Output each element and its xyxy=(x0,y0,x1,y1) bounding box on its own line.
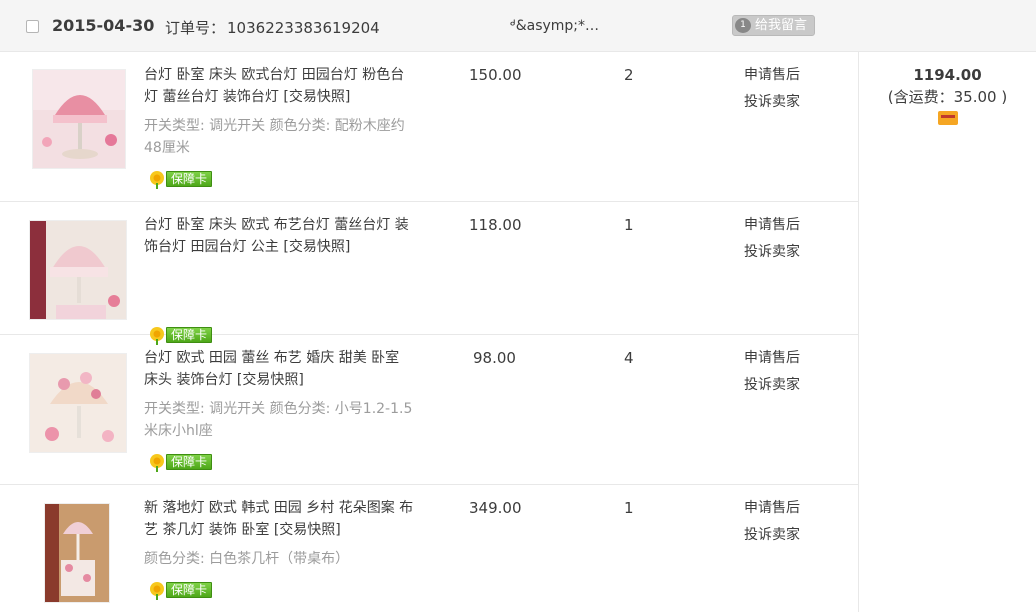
item-actions: 申请售后 投诉卖家 xyxy=(744,212,800,266)
trade-snapshot-link[interactable]: [交易快照] xyxy=(283,239,350,255)
item-quantity: 1 xyxy=(624,499,634,517)
item-actions: 申请售后 投诉卖家 xyxy=(744,495,800,549)
product-thumbnail[interactable] xyxy=(32,69,126,169)
product-title: 新 落地灯 欧式 韩式 田园 乡村 花朵图案 布艺 茶几灯 装饰 卧室 [交易快… xyxy=(144,497,414,541)
guarantee-card-badge[interactable]: 保障卡 xyxy=(148,452,213,472)
item-price: 98.00 xyxy=(473,349,516,367)
item-quantity: 1 xyxy=(624,216,634,234)
complain-seller-link[interactable]: 投诉卖家 xyxy=(744,372,800,399)
order-number-label: 订单号： xyxy=(165,19,226,37)
order-item-row: 新 落地灯 欧式 韩式 田园 乡村 花朵图案 布艺 茶几灯 装饰 卧室 [交易快… xyxy=(0,485,859,612)
item-actions: 申请售后 投诉卖家 xyxy=(744,62,800,116)
leave-message-label: 给我留言 xyxy=(755,18,808,33)
product-title: 台灯 卧室 床头 欧式台灯 田园台灯 粉色台灯 蕾丝台灯 装饰台灯 [交易快照] xyxy=(144,64,414,108)
order-date: 2015-04-30 xyxy=(52,16,155,35)
trade-snapshot-link[interactable]: [交易快照] xyxy=(237,372,304,388)
shipping-fee: (含运费：35.00 ) xyxy=(887,88,1008,106)
guarantee-card-label: 保障卡 xyxy=(166,171,212,187)
guarantee-card-label: 保障卡 xyxy=(166,582,212,598)
guarantee-card-badge[interactable]: 保障卡 xyxy=(148,169,213,189)
order-items-list: 台灯 卧室 床头 欧式台灯 田园台灯 粉色台灯 蕾丝台灯 装饰台灯 [交易快照]… xyxy=(0,52,859,612)
complain-seller-link[interactable]: 投诉卖家 xyxy=(744,89,800,116)
apply-after-sales-link[interactable]: 申请售后 xyxy=(744,495,800,522)
sun-flower-icon xyxy=(150,171,164,189)
guarantee-card-badge[interactable]: 保障卡 xyxy=(148,580,213,600)
order-select-checkbox[interactable] xyxy=(26,20,39,33)
product-thumbnail[interactable] xyxy=(44,503,110,603)
item-quantity: 2 xyxy=(624,66,634,84)
leave-message-button[interactable]: 1 给我留言 xyxy=(732,15,815,36)
item-quantity: 4 xyxy=(624,349,634,367)
order-item-row: 台灯 欧式 田园 蕾丝 布艺 婚庆 甜美 卧室 床头 装饰台灯 [交易快照] 开… xyxy=(0,335,859,485)
product-title: 台灯 欧式 田园 蕾丝 布艺 婚庆 甜美 卧室 床头 装饰台灯 [交易快照] xyxy=(144,347,414,391)
sun-flower-icon xyxy=(150,582,164,600)
product-title-link[interactable]: 台灯 卧室 床头 欧式 布艺台灯 蕾丝台灯 装饰台灯 田园台灯 公主 xyxy=(144,217,409,255)
item-price: 150.00 xyxy=(469,66,522,84)
product-thumbnail[interactable] xyxy=(29,220,127,320)
product-title-link[interactable]: 台灯 卧室 床头 欧式台灯 田园台灯 粉色台灯 蕾丝台灯 装饰台灯 xyxy=(144,67,404,105)
apply-after-sales-link[interactable]: 申请售后 xyxy=(744,212,800,239)
order-header: 2015-04-30 订单号： 1036223383619204 ᒄ&asymp;… xyxy=(0,0,1036,52)
apply-after-sales-link[interactable]: 申请售后 xyxy=(744,345,800,372)
item-price: 118.00 xyxy=(469,216,522,234)
product-attributes: 开关类型: 调光开关 颜色分类: 配粉木座约48厘米 xyxy=(144,118,405,156)
order-item-row: 台灯 卧室 床头 欧式 布艺台灯 蕾丝台灯 装饰台灯 田园台灯 公主 [交易快照… xyxy=(0,202,859,345)
speech-bubble-icon: 1 xyxy=(735,18,751,33)
order-item-row: 台灯 卧室 床头 欧式台灯 田园台灯 粉色台灯 蕾丝台灯 装饰台灯 [交易快照]… xyxy=(0,52,859,202)
item-actions: 申请售后 投诉卖家 xyxy=(744,345,800,399)
trade-snapshot-link[interactable]: [交易快照] xyxy=(274,522,341,538)
seller-name-link[interactable]: ᒄ&asymp;*… xyxy=(510,18,599,34)
guarantee-card-label: 保障卡 xyxy=(166,454,212,470)
payment-card-icon[interactable] xyxy=(937,111,958,125)
item-price: 349.00 xyxy=(469,499,522,517)
product-attributes: 颜色分类: 白色茶几杆（带桌布） xyxy=(144,551,350,567)
order-total-column: 1194.00 (含运费：35.00 ) xyxy=(858,52,1036,612)
order-number-value: 1036223383619204 xyxy=(227,19,380,37)
sun-flower-icon xyxy=(150,454,164,472)
product-title: 台灯 卧室 床头 欧式 布艺台灯 蕾丝台灯 装饰台灯 田园台灯 公主 [交易快照… xyxy=(144,214,414,258)
product-attributes: 开关类型: 调光开关 颜色分类: 小号1.2-1.5米床小hl座 xyxy=(144,401,413,439)
product-thumbnail[interactable] xyxy=(29,353,127,453)
order-number: 订单号： 1036223383619204 xyxy=(165,17,380,38)
complain-seller-link[interactable]: 投诉卖家 xyxy=(744,239,800,266)
trade-snapshot-link[interactable]: [交易快照] xyxy=(283,89,350,105)
apply-after-sales-link[interactable]: 申请售后 xyxy=(744,62,800,89)
order-total-amount: 1194.00 xyxy=(913,66,982,84)
complain-seller-link[interactable]: 投诉卖家 xyxy=(744,522,800,549)
